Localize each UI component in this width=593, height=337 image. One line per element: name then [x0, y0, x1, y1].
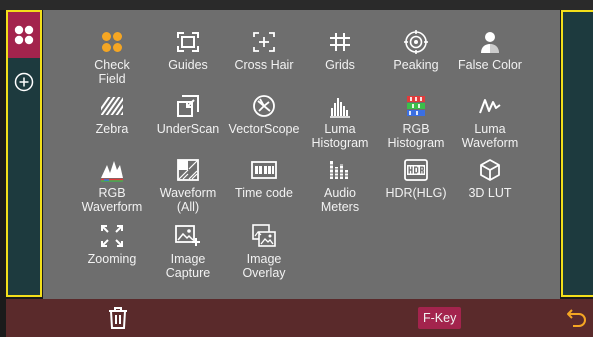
- zooming-icon: [101, 225, 123, 247]
- item-check-field[interactable]: Check Field: [70, 29, 154, 86]
- item-label: RGB Histogram: [387, 122, 445, 150]
- right-side-panel: [561, 10, 593, 297]
- peaking-icon: [404, 30, 428, 54]
- item-label: Guides: [168, 58, 208, 72]
- item-label: Image Capture: [165, 252, 211, 280]
- image-capture-icon: [175, 225, 200, 246]
- luma-waveform-icon: [479, 99, 501, 114]
- item-hdr-hlg[interactable]: HDR(HLG): [374, 157, 458, 200]
- item-label: Audio Meters: [320, 186, 360, 214]
- item-label: Cross Hair: [234, 58, 294, 72]
- item-vectorscope[interactable]: VectorScope: [222, 93, 306, 136]
- check-field-icon: [14, 25, 34, 45]
- left-fkey-slot-panel: [6, 10, 42, 297]
- back-button[interactable]: [565, 307, 589, 329]
- item-image-capture[interactable]: Image Capture: [146, 223, 230, 280]
- item-3d-lut[interactable]: 3D LUT: [448, 157, 532, 200]
- item-time-code[interactable]: Time code: [222, 157, 306, 200]
- item-label: UnderScan: [156, 122, 220, 136]
- item-false-color[interactable]: False Color: [448, 29, 532, 72]
- audio-meters-icon: [329, 161, 350, 179]
- item-label: 3D LUT: [468, 186, 512, 200]
- add-circle-icon: [14, 72, 34, 92]
- item-underscan[interactable]: UnderScan: [146, 93, 230, 136]
- bottom-bar: F-Key: [6, 299, 593, 337]
- item-luma-histogram[interactable]: Luma Histogram: [298, 93, 382, 150]
- item-cross-hair[interactable]: Cross Hair: [222, 29, 306, 72]
- delete-button[interactable]: [106, 306, 130, 330]
- item-audio-meters[interactable]: Audio Meters: [298, 157, 382, 214]
- item-grids[interactable]: Grids: [298, 29, 382, 72]
- luma-histogram-icon: [330, 98, 350, 118]
- item-rgb-histogram[interactable]: RGB Histogram: [374, 93, 458, 150]
- item-guides[interactable]: Guides: [146, 29, 230, 72]
- rgb-histogram-icon: [407, 96, 425, 116]
- item-label: Grids: [325, 58, 355, 72]
- 3d-lut-icon: [480, 159, 500, 181]
- false-color-icon: [481, 32, 499, 53]
- cross-hair-icon: [253, 32, 275, 52]
- fkey-button[interactable]: F-Key: [418, 307, 462, 329]
- item-rgb-waveform[interactable]: RGB Waverform: [70, 157, 154, 214]
- underscan-icon: [177, 95, 199, 117]
- item-zebra[interactable]: Zebra: [70, 93, 154, 136]
- function-grid: Check Field Guides Cross Hair Grids Peak…: [43, 10, 560, 299]
- image-overlay-icon: [252, 224, 276, 247]
- guides-icon: [177, 32, 199, 52]
- waveform-all-icon: [177, 159, 199, 181]
- item-label: HDR(HLG): [385, 186, 447, 200]
- zebra-icon: [101, 97, 123, 115]
- item-label: Image Overlay: [242, 252, 286, 280]
- grids-icon: [330, 33, 350, 51]
- item-zooming[interactable]: Zooming: [70, 223, 154, 266]
- item-luma-waveform[interactable]: Luma Waveform: [448, 93, 532, 150]
- top-strip: [0, 0, 593, 10]
- item-image-overlay[interactable]: Image Overlay: [222, 223, 306, 280]
- item-label: Zooming: [87, 252, 137, 266]
- item-label: Luma Waveform: [461, 122, 519, 150]
- add-slot-button[interactable]: [8, 68, 40, 96]
- item-label: Luma Histogram: [311, 122, 369, 150]
- fkey-slot-check-field[interactable]: [8, 12, 40, 58]
- item-label: False Color: [458, 58, 522, 72]
- hdr-icon: [404, 159, 428, 181]
- rgb-waveform-icon: [101, 161, 123, 182]
- trash-icon: [109, 307, 127, 329]
- item-label: VectorScope: [228, 122, 300, 136]
- item-peaking[interactable]: Peaking: [374, 29, 458, 72]
- item-label: Peaking: [393, 58, 439, 72]
- time-code-icon: [251, 161, 277, 179]
- item-label: Time code: [235, 186, 293, 200]
- back-arrow-icon: [567, 309, 586, 327]
- item-label: Zebra: [95, 122, 129, 136]
- item-waveform-all[interactable]: Waveform (All): [146, 157, 230, 214]
- item-label: Check Field: [94, 58, 130, 86]
- item-label: RGB Waverform: [81, 186, 143, 214]
- check-field-icon: [102, 32, 122, 52]
- item-label: Waveform (All): [159, 186, 217, 214]
- vectorscope-icon: [253, 95, 275, 117]
